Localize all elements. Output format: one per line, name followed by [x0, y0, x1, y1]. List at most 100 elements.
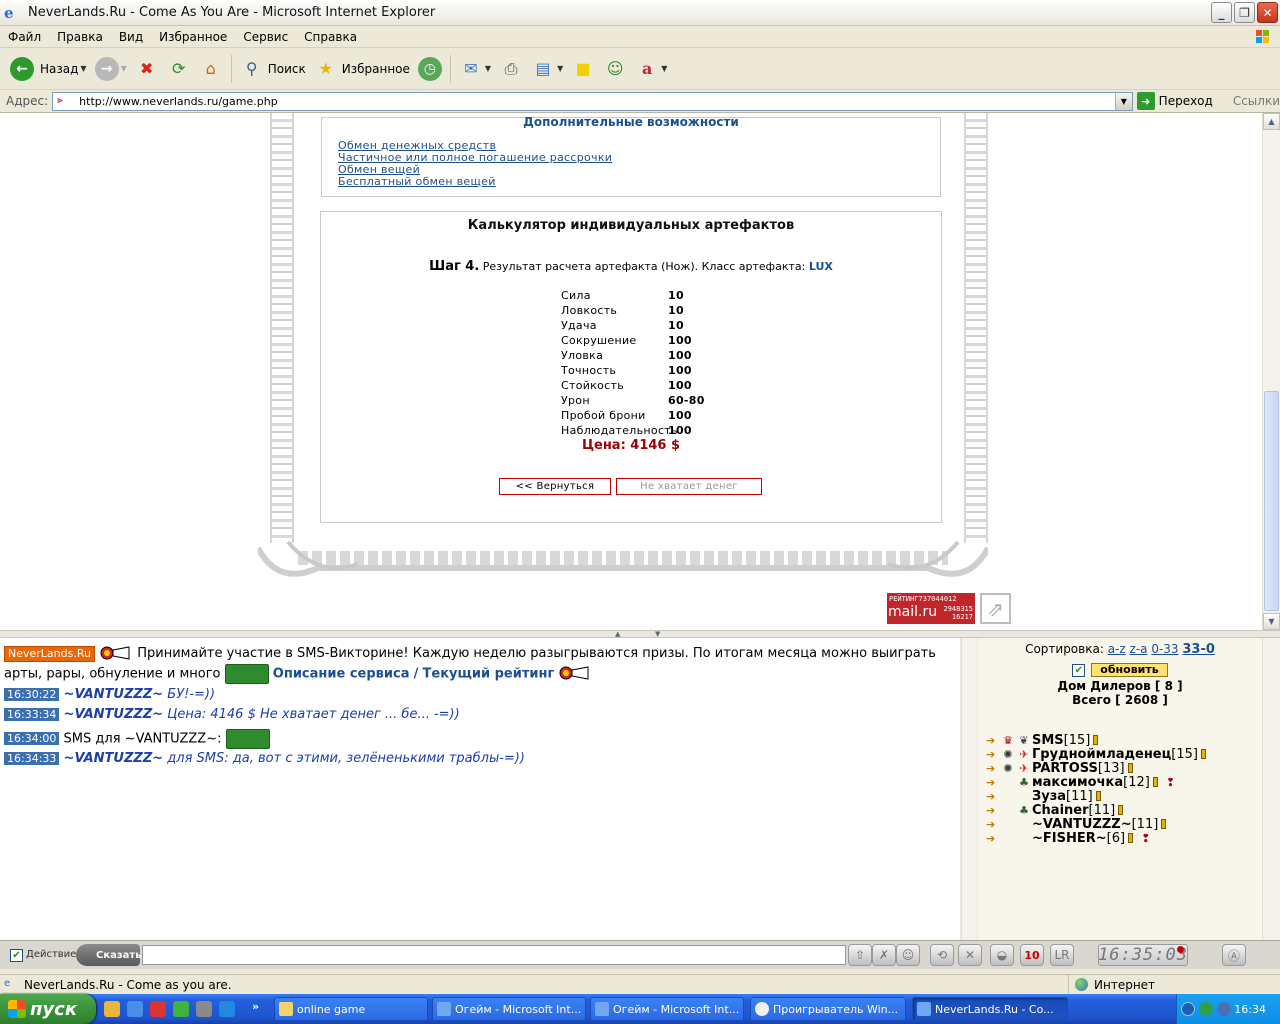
private-arrow-icon[interactable]: ➔: [986, 832, 1000, 845]
quicklaunch-checkmark-icon[interactable]: [173, 1001, 189, 1017]
splitter-up-icon[interactable]: ▲: [615, 630, 620, 638]
user-name[interactable]: ~FISHER~: [1032, 831, 1107, 846]
quicklaunch-pencil-icon[interactable]: [104, 1001, 120, 1017]
quicklaunch-more-icon[interactable]: »: [252, 1000, 259, 1013]
task-online-game[interactable]: online game: [274, 997, 428, 1021]
service-description-link[interactable]: Описание сервиса: [273, 667, 410, 682]
sort-33-0[interactable]: 33-0: [1182, 642, 1215, 657]
task-neverlands[interactable]: NeverLands.Ru - Co...: [912, 997, 1068, 1021]
forward-button[interactable]: → ▼: [91, 52, 131, 86]
menu-help[interactable]: Справка: [296, 30, 365, 44]
quicklaunch-opera-icon[interactable]: [150, 1001, 166, 1017]
edit-dropdown-icon[interactable]: ▼: [557, 64, 563, 73]
say-button[interactable]: Сказать:: [76, 944, 146, 966]
scroll-up-chat-icon[interactable]: ⇧: [848, 944, 872, 966]
user-info-icon[interactable]: [1118, 805, 1124, 815]
stop-button[interactable]: ✖: [131, 52, 163, 86]
scroll-thumb[interactable]: [1264, 391, 1279, 611]
users-scrollbar[interactable]: [1262, 638, 1280, 940]
links-button[interactable]: Ссылки: [1217, 94, 1280, 108]
action-checkbox[interactable]: ✔: [10, 949, 23, 962]
level-badge-icon[interactable]: 10: [1020, 944, 1044, 966]
scroll-down-icon[interactable]: ▼: [1263, 613, 1280, 630]
current-rating-link[interactable]: Текущий рейтинг: [423, 667, 555, 682]
home-button[interactable]: ⌂: [195, 52, 227, 86]
refresh-chat-icon[interactable]: ⟲: [930, 944, 954, 966]
messenger-button[interactable]: ☺: [599, 52, 631, 86]
go-arrow-icon[interactable]: ➜: [1136, 92, 1155, 110]
close-chat-icon[interactable]: ✕: [958, 944, 982, 966]
not-enough-money-button[interactable]: Не хватает денег: [616, 478, 762, 495]
translate-button[interactable]: a ▼: [631, 52, 671, 86]
sort-0-33[interactable]: 0-33: [1151, 642, 1178, 656]
quicklaunch-ie-icon[interactable]: [127, 1001, 143, 1017]
refresh-button[interactable]: ⟳: [163, 52, 195, 86]
minimize-button[interactable]: _: [1211, 2, 1232, 23]
user-info-icon[interactable]: [1200, 749, 1206, 759]
message-nick[interactable]: ~VANTUZZZ~: [64, 687, 164, 702]
user-name[interactable]: SMS: [1032, 733, 1064, 748]
message-time[interactable]: 16:34:33: [4, 752, 60, 765]
splitter-down-icon[interactable]: ▼: [655, 630, 660, 638]
go-button[interactable]: Переход: [1155, 94, 1217, 108]
autoscroll-icon[interactable]: Ⓐ: [1222, 944, 1246, 966]
task-media-player[interactable]: Проигрыватель Win...: [750, 997, 906, 1021]
private-arrow-icon[interactable]: ➔: [986, 734, 1000, 747]
translate-dropdown-icon[interactable]: ▼: [661, 64, 667, 73]
user-name[interactable]: PARTOSS: [1032, 761, 1098, 776]
message-nick[interactable]: SMS: [64, 731, 92, 746]
refresh-button[interactable]: обновить: [1091, 663, 1168, 677]
user-name[interactable]: Грудноймладенец: [1032, 747, 1171, 762]
user-info-icon[interactable]: [1095, 791, 1101, 801]
message-time[interactable]: 16:33:34: [4, 707, 60, 721]
user-info-icon[interactable]: [1161, 819, 1167, 829]
tray-expand-icon[interactable]: [1181, 1002, 1195, 1016]
user-name[interactable]: Chainer: [1032, 803, 1089, 818]
smiles-icon[interactable]: ☺: [896, 944, 920, 966]
scroll-up-icon[interactable]: ▲: [1263, 113, 1280, 130]
speech-bubble-icon[interactable]: ◒: [990, 944, 1014, 966]
user-name[interactable]: ~VANTUZZZ~: [1032, 817, 1132, 832]
address-box[interactable]: ⫸ ▼: [52, 91, 1133, 111]
main-scrollbar[interactable]: ▲ ▼: [1262, 113, 1280, 630]
private-arrow-icon[interactable]: ➔: [986, 748, 1000, 761]
back-button[interactable]: ← Назад ▼: [6, 52, 91, 86]
search-button[interactable]: ⚲ Поиск: [236, 52, 310, 86]
sort-za[interactable]: z-a: [1130, 642, 1148, 656]
clear-chat-icon[interactable]: ✗: [872, 944, 896, 966]
menu-file[interactable]: Файл: [0, 30, 49, 44]
private-arrow-icon[interactable]: ➔: [986, 776, 1000, 789]
private-arrow-icon[interactable]: ➔: [986, 762, 1000, 775]
translit-icon[interactable]: LR: [1050, 944, 1074, 966]
private-arrow-icon[interactable]: ➔: [986, 790, 1000, 803]
expand-arrow-icon[interactable]: ⇗: [980, 593, 1011, 624]
task-ogame-2[interactable]: Огейм - Microsoft Int...: [590, 997, 744, 1021]
mail-button[interactable]: ✉ ▼: [455, 52, 495, 86]
address-input[interactable]: [77, 93, 1118, 109]
maximize-button[interactable]: ❐: [1234, 2, 1255, 23]
private-arrow-icon[interactable]: ➔: [986, 804, 1000, 817]
user-name[interactable]: Зуза: [1032, 789, 1066, 804]
link-free-items-exchange[interactable]: Бесплатный обмен вещей: [338, 176, 612, 188]
menu-tools[interactable]: Сервис: [235, 30, 296, 44]
chat-message-input[interactable]: [142, 945, 846, 965]
start-button[interactable]: пуск: [0, 994, 96, 1024]
back-button-calculator[interactable]: << Вернуться: [499, 478, 611, 495]
task-ogame-1[interactable]: Огейм - Microsoft Int...: [432, 997, 586, 1021]
menu-edit[interactable]: Правка: [49, 30, 111, 44]
chat-scrollbar[interactable]: [961, 638, 977, 940]
message-nick[interactable]: ~VANTUZZZ~: [64, 751, 164, 766]
quicklaunch-browser-icon[interactable]: [219, 1001, 235, 1017]
message-time[interactable]: 16:34:00: [4, 732, 60, 745]
menu-favorites[interactable]: Избранное: [151, 30, 235, 44]
message-time[interactable]: 16:30:22: [4, 687, 60, 701]
address-dropdown-icon[interactable]: ▼: [1114, 92, 1132, 110]
user-info-icon[interactable]: [1127, 763, 1133, 773]
user-info-icon[interactable]: [1093, 735, 1099, 745]
sort-az[interactable]: a-z: [1108, 642, 1126, 656]
message-nick[interactable]: ~VANTUZZZ~: [64, 707, 164, 722]
auto-refresh-checkbox[interactable]: ✔: [1072, 663, 1086, 677]
edit-button[interactable]: ▤ ▼: [527, 52, 567, 86]
notes-button[interactable]: ■: [567, 52, 599, 86]
back-dropdown-icon[interactable]: ▼: [80, 64, 86, 73]
